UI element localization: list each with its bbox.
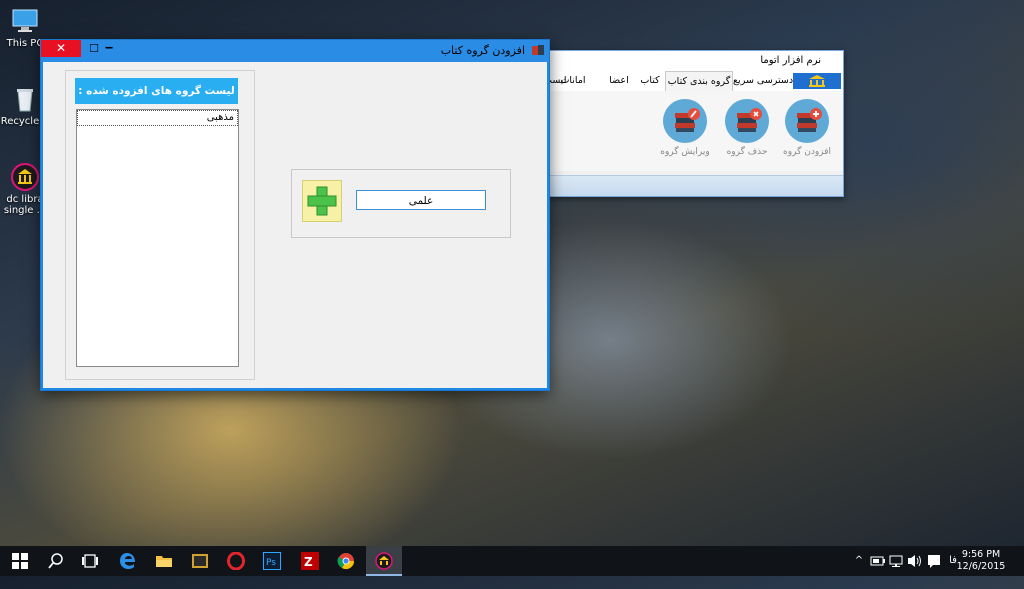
add-books-icon bbox=[785, 99, 829, 143]
delete-group-button[interactable]: حذف گروه bbox=[717, 99, 777, 157]
ribbon-label: ویرایش گروه bbox=[660, 147, 710, 157]
dialog-app-icon bbox=[531, 43, 545, 57]
tab-book-groups[interactable]: گروه بندی کتاب bbox=[665, 71, 733, 91]
file-explorer-button[interactable] bbox=[146, 546, 182, 576]
filezilla-icon: Z bbox=[301, 552, 319, 570]
task-view-button[interactable] bbox=[72, 546, 108, 576]
tab-members[interactable]: اعضا bbox=[605, 71, 633, 90]
media-app-button[interactable] bbox=[182, 546, 218, 576]
computer-icon bbox=[10, 6, 40, 36]
library-app-taskbar-button[interactable] bbox=[366, 546, 402, 576]
edit-group-button[interactable]: ویرایش گروه bbox=[655, 99, 715, 157]
main-status-bar bbox=[541, 175, 843, 196]
volume-icon[interactable] bbox=[906, 546, 924, 576]
chrome-icon bbox=[337, 553, 355, 570]
tab-books[interactable]: کتاب bbox=[637, 71, 663, 90]
minimize-icon: ‒ bbox=[104, 40, 114, 54]
folder-icon bbox=[156, 556, 172, 567]
filezilla-button[interactable]: Z bbox=[292, 546, 328, 576]
tab-label: اعضا bbox=[609, 75, 629, 86]
svg-text:Z: Z bbox=[304, 555, 313, 569]
clock-date: 12/6/2015 bbox=[956, 561, 1006, 572]
groups-listbox[interactable]: مذهبی bbox=[76, 109, 239, 367]
dialog-title: افزودن گروه کتاب bbox=[440, 44, 525, 57]
main-window-titlebar[interactable]: نرم افزار اتوما bbox=[541, 51, 843, 71]
search-icon bbox=[48, 553, 63, 569]
groups-list-panel: لیست گروه های افزوده شده : مذهبی bbox=[65, 70, 255, 380]
network-icon[interactable] bbox=[888, 546, 906, 576]
tray-overflow-button[interactable]: ^ bbox=[852, 546, 866, 576]
ribbon-label: افزودن گروه bbox=[783, 147, 831, 157]
chrome-button[interactable] bbox=[328, 546, 364, 576]
main-window-title: نرم افزار اتوما bbox=[760, 55, 821, 66]
photoshop-icon: Ps bbox=[263, 552, 281, 570]
task-view-icon bbox=[82, 554, 98, 568]
chevron-up-icon: ^ bbox=[854, 555, 864, 566]
library-app-icon bbox=[375, 552, 393, 570]
ribbon-panel: افزودن گروه حذف گروه ویرایش گروه bbox=[541, 91, 843, 171]
maximize-icon: ☐ bbox=[89, 42, 99, 55]
start-button[interactable] bbox=[2, 546, 38, 576]
svg-text:Ps: Ps bbox=[266, 558, 276, 568]
close-button[interactable]: ✕ bbox=[41, 40, 81, 57]
opera-icon bbox=[227, 552, 245, 570]
tab-label: دسترسی سریع bbox=[733, 75, 794, 86]
library-icon bbox=[809, 75, 825, 87]
groups-list-header: لیست گروه های افزوده شده : bbox=[75, 78, 238, 104]
minimize-button[interactable]: ‒ bbox=[99, 40, 119, 57]
ribbon-label: حذف گروه bbox=[726, 147, 768, 157]
main-app-window[interactable]: نرم افزار اتوما لیست امانات اعضا کتاب گر… bbox=[540, 50, 844, 197]
new-group-panel: علمی bbox=[291, 169, 511, 238]
dialog-body: لیست گروه های افزوده شده : مذهبی علمی bbox=[43, 62, 547, 388]
edge-button[interactable] bbox=[110, 546, 146, 576]
search-button[interactable] bbox=[38, 546, 74, 576]
tab-loans[interactable]: امانات bbox=[553, 71, 593, 90]
windows-icon bbox=[12, 553, 28, 569]
close-icon: ✕ bbox=[55, 41, 67, 55]
add-book-group-dialog[interactable]: ✕ ☐ ‒ افزودن گروه کتاب لیست گروه های افز… bbox=[40, 39, 550, 391]
recycle-bin-icon bbox=[10, 84, 40, 114]
list-item[interactable]: مذهبی bbox=[77, 110, 238, 126]
delete-books-icon bbox=[725, 99, 769, 143]
opera-button[interactable] bbox=[218, 546, 254, 576]
photoshop-button[interactable]: Ps bbox=[254, 546, 290, 576]
library-app-icon bbox=[10, 162, 40, 192]
add-group-submit-button[interactable] bbox=[302, 180, 342, 222]
tab-quick-access[interactable]: دسترسی سریع bbox=[733, 71, 793, 90]
edge-icon bbox=[120, 553, 135, 569]
main-tab-strip: لیست امانات اعضا کتاب گروه بندی کتاب دست… bbox=[541, 71, 843, 92]
battery-icon[interactable] bbox=[870, 546, 886, 576]
tab-label: کتاب bbox=[640, 75, 660, 86]
plus-icon bbox=[307, 186, 337, 216]
group-name-input[interactable]: علمی bbox=[356, 190, 486, 210]
clock-time: 9:56 PM bbox=[961, 549, 1001, 560]
edit-books-icon bbox=[663, 99, 707, 143]
dialog-titlebar[interactable]: ✕ ☐ ‒ افزودن گروه کتاب bbox=[41, 40, 549, 62]
tab-label: امانات bbox=[560, 75, 586, 86]
add-group-button[interactable]: افزودن گروه bbox=[777, 99, 837, 157]
taskbar: Ps Z ^ فا 9:56 PM 12/6/2015 bbox=[0, 546, 1024, 576]
app-menu-button[interactable] bbox=[793, 73, 841, 89]
tab-label: گروه بندی کتاب bbox=[667, 76, 731, 87]
clock[interactable]: 9:56 PM 12/6/2015 bbox=[950, 549, 1012, 573]
media-icon bbox=[192, 554, 208, 568]
action-center-icon[interactable] bbox=[926, 546, 942, 576]
